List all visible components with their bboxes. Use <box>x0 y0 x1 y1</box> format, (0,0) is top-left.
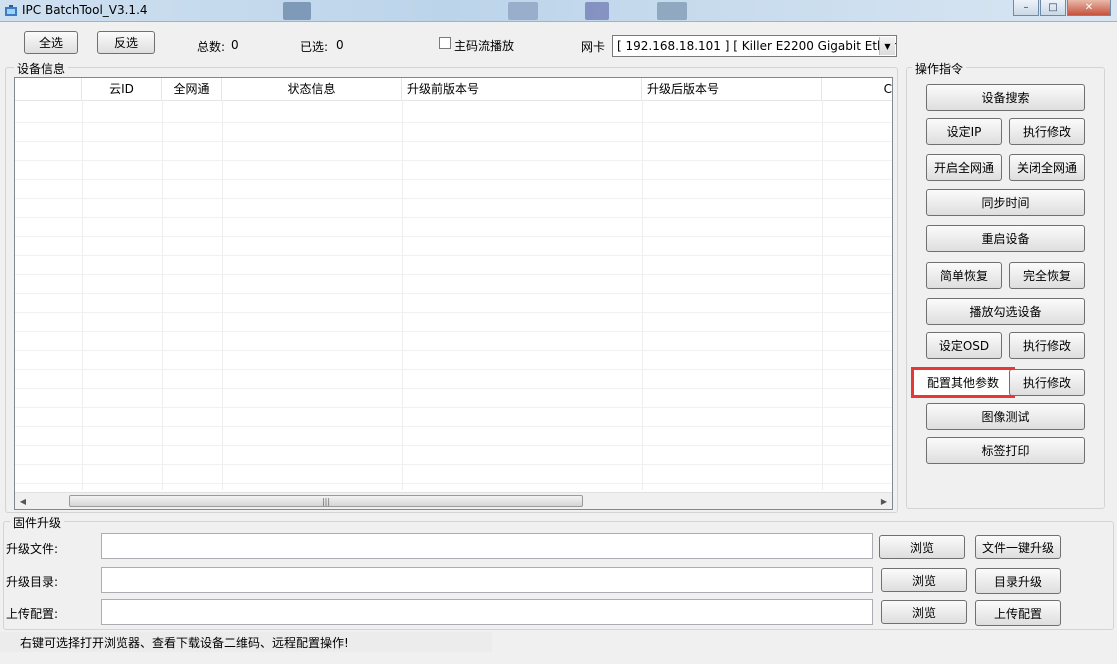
column-header-post-version[interactable]: 升级后版本号 <box>642 78 822 100</box>
nic-label: 网卡 <box>581 40 606 54</box>
full-restore-button[interactable]: 完全恢复 <box>1009 262 1085 289</box>
app-icon <box>4 4 18 18</box>
set-osd-button[interactable]: 设定OSD <box>926 332 1002 359</box>
image-test-button[interactable]: 图像测试 <box>926 403 1085 430</box>
nic-select-value: [ 192.168.18.101 ] [ Killer E2200 Gigabi… <box>617 39 897 53</box>
column-divider <box>822 100 823 490</box>
column-header-pre-version[interactable]: 升级前版本号 <box>402 78 642 100</box>
scrollbar-thumb[interactable]: ||| <box>69 495 583 507</box>
table-row-line <box>15 293 892 294</box>
column-divider <box>642 100 643 490</box>
firmware-upgrade-title: 固件升级 <box>10 514 65 531</box>
maximize-button[interactable]: □ <box>1040 0 1066 16</box>
window-title: IPC BatchTool_V3.1.4 <box>22 3 148 17</box>
table-row-line <box>15 255 892 256</box>
chevron-down-icon[interactable]: ▼ <box>879 37 895 55</box>
table-row-line <box>15 426 892 427</box>
background-icon <box>508 2 538 20</box>
table-header: 云ID 全网通 状态信息 升级前版本号 升级后版本号 C <box>15 78 892 101</box>
title-bar <box>0 0 1117 22</box>
device-search-button[interactable]: 设备搜索 <box>926 84 1085 111</box>
dir-upgrade-button[interactable]: 目录升级 <box>975 568 1061 594</box>
table-row-line <box>15 369 892 370</box>
background-icon <box>283 2 311 20</box>
selected-label: 已选: <box>300 40 329 54</box>
scroll-left-icon[interactable]: ◀ <box>15 493 31 509</box>
table-row-line <box>15 388 892 389</box>
browse-file-button[interactable]: 浏览 <box>879 535 965 559</box>
column-header-checkbox[interactable] <box>15 78 82 100</box>
execute-modify-ip-button[interactable]: 执行修改 <box>1009 118 1085 145</box>
sync-time-button[interactable]: 同步时间 <box>926 189 1085 216</box>
nic-select[interactable]: [ 192.168.18.101 ] [ Killer E2200 Gigabi… <box>612 35 897 57</box>
table-row-line <box>15 141 892 142</box>
minimize-button[interactable]: – <box>1013 0 1039 16</box>
upgrade-file-input[interactable] <box>101 533 873 559</box>
disable-all-net-button[interactable]: 关闭全网通 <box>1009 154 1085 181</box>
column-header-more[interactable]: C <box>822 78 892 100</box>
browse-config-button[interactable]: 浏览 <box>881 600 967 624</box>
column-divider <box>162 100 163 490</box>
scroll-right-icon[interactable]: ▶ <box>876 493 892 509</box>
table-row-line <box>15 274 892 275</box>
select-all-button[interactable]: 全选 <box>24 31 78 54</box>
table-row-line <box>15 483 892 484</box>
upgrade-dir-label: 升级目录: <box>6 575 59 589</box>
table-row-line <box>15 198 892 199</box>
table-row-line <box>15 312 892 313</box>
execute-modify-params-button[interactable]: 执行修改 <box>1009 369 1085 396</box>
table-row-line <box>15 407 892 408</box>
device-info-title: 设备信息 <box>14 60 69 77</box>
column-header-cloud-id[interactable]: 云ID <box>82 78 162 100</box>
column-divider <box>402 100 403 490</box>
one-key-upgrade-button[interactable]: 文件一键升级 <box>975 535 1061 559</box>
close-button[interactable]: ✕ <box>1067 0 1111 16</box>
upload-config-input[interactable] <box>101 599 873 625</box>
table-row-line <box>15 122 892 123</box>
table-row-line <box>15 217 892 218</box>
total-label: 总数: <box>197 40 226 54</box>
commands-title: 操作指令 <box>912 60 967 77</box>
upgrade-dir-input[interactable] <box>101 567 873 593</box>
reboot-device-button[interactable]: 重启设备 <box>926 225 1085 252</box>
simple-restore-button[interactable]: 简单恢复 <box>926 262 1002 289</box>
total-count: 0 <box>231 38 239 52</box>
column-divider <box>222 100 223 490</box>
execute-modify-osd-button[interactable]: 执行修改 <box>1009 332 1085 359</box>
browse-dir-button[interactable]: 浏览 <box>881 568 967 592</box>
set-ip-button[interactable]: 设定IP <box>926 118 1002 145</box>
column-header-all-net[interactable]: 全网通 <box>162 78 222 100</box>
table-row-line <box>15 331 892 332</box>
main-stream-checkbox[interactable] <box>439 37 451 49</box>
invert-selection-button[interactable]: 反选 <box>97 31 155 54</box>
table-row-line <box>15 179 892 180</box>
table-row-line <box>15 236 892 237</box>
enable-all-net-button[interactable]: 开启全网通 <box>926 154 1002 181</box>
column-divider <box>82 100 83 490</box>
background-icon <box>657 2 687 20</box>
status-hint: 右键可选择打开浏览器、查看下载设备二维码、远程配置操作! <box>20 636 349 650</box>
upload-config-label: 上传配置: <box>6 607 59 621</box>
config-other-params-button[interactable]: 配置其他参数 <box>911 367 1015 398</box>
device-table[interactable]: 云ID 全网通 状态信息 升级前版本号 升级后版本号 C ◀ ||| ▶ <box>14 77 893 510</box>
table-row-line <box>15 445 892 446</box>
upgrade-file-label: 升级文件: <box>6 542 59 556</box>
label-print-button[interactable]: 标签打印 <box>926 437 1085 464</box>
selected-count: 0 <box>336 38 344 52</box>
upload-config-button[interactable]: 上传配置 <box>975 600 1061 626</box>
table-row-line <box>15 160 892 161</box>
main-stream-label: 主码流播放 <box>454 39 515 53</box>
horizontal-scrollbar[interactable]: ◀ ||| ▶ <box>15 492 892 509</box>
play-selected-button[interactable]: 播放勾选设备 <box>926 298 1085 325</box>
column-header-status[interactable]: 状态信息 <box>222 78 402 100</box>
table-row-line <box>15 350 892 351</box>
table-row-line <box>15 464 892 465</box>
background-icon <box>585 2 609 20</box>
